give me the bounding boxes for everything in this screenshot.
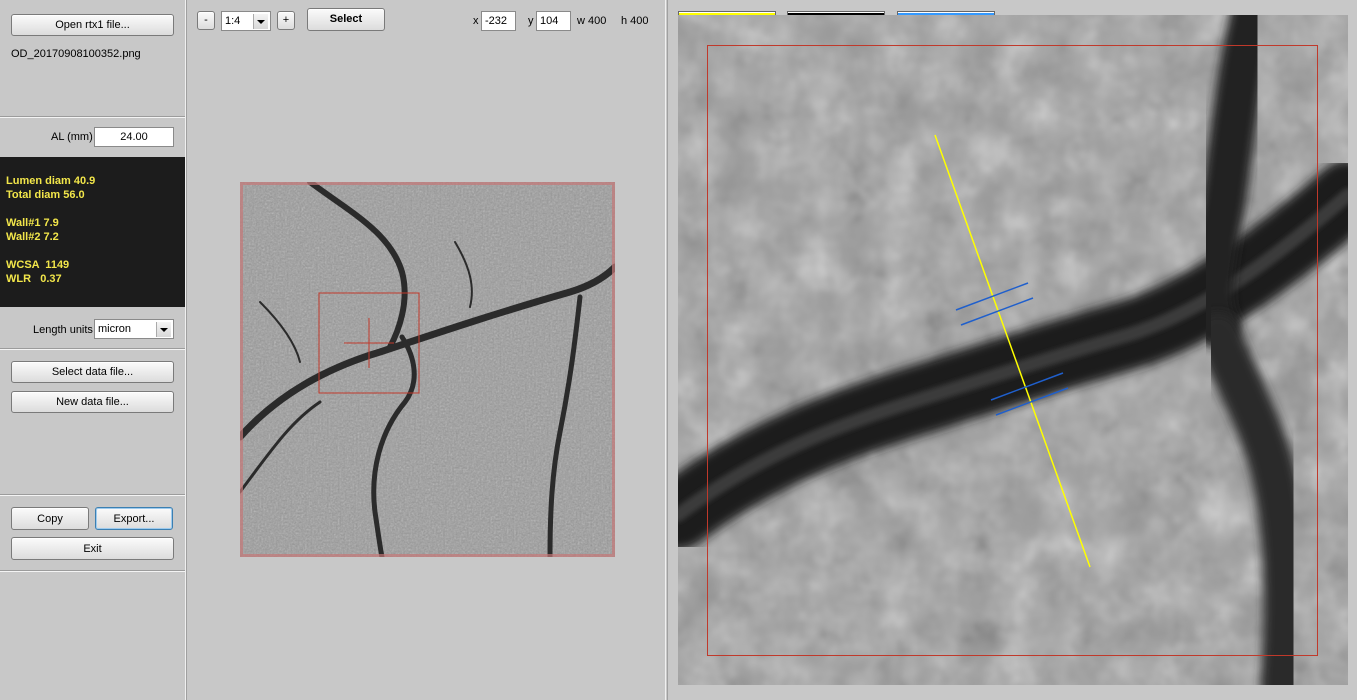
zoom-out-button[interactable]: -	[197, 11, 215, 30]
al-input[interactable]: 24.00	[94, 127, 174, 147]
open-rtx1-file-button[interactable]: Open rtx1 file...	[11, 14, 174, 36]
chevron-down-icon[interactable]	[156, 322, 171, 337]
middle-panel: - 1:4 + Select x -232 y 104 w 400 h 400	[186, 0, 666, 700]
copy-button[interactable]: Copy	[11, 507, 89, 530]
wlr-text: WLR 0.37	[6, 273, 62, 285]
y-label: y	[528, 15, 534, 27]
wall1-text: Wall#1 7.9	[6, 217, 59, 229]
lumen-diam-text: Lumen diam 40.9	[6, 175, 96, 187]
wall2-text: Wall#2 7.2	[6, 231, 59, 243]
al-label: AL (mm)	[51, 131, 93, 143]
width-readout: w 400	[577, 15, 607, 27]
zoom-select[interactable]: 1:4	[221, 11, 271, 31]
zoom-value: 1:4	[225, 15, 241, 27]
total-diam-text: Total diam 56.0	[6, 189, 85, 201]
zoom-in-button[interactable]: +	[277, 11, 295, 30]
wcsa-text: WCSA 1149	[6, 259, 70, 271]
length-units-select[interactable]: micron	[94, 319, 174, 339]
separator	[0, 348, 185, 350]
x-input[interactable]: -232	[481, 11, 516, 31]
thumbnail-image[interactable]	[240, 182, 615, 557]
separator	[0, 116, 185, 118]
exit-button[interactable]: Exit	[11, 537, 174, 560]
x-label: x	[473, 15, 479, 27]
right-panel: Reset Show profile Write to file	[667, 0, 1357, 700]
chevron-down-icon[interactable]	[253, 14, 268, 29]
length-units-label: Length units	[33, 324, 93, 336]
select-data-file-button[interactable]: Select data file...	[11, 361, 174, 383]
new-data-file-button[interactable]: New data file...	[11, 391, 174, 413]
results-panel: Lumen diam 40.9 Total diam 56.0 Wall#1 7…	[0, 157, 185, 307]
separator	[0, 494, 185, 496]
length-units-value: micron	[98, 323, 132, 335]
filename-label: OD_20170908100352.png	[11, 48, 141, 60]
magnified-image[interactable]	[678, 15, 1348, 685]
separator	[0, 570, 185, 572]
export-button[interactable]: Export...	[95, 507, 173, 530]
left-panel: Open rtx1 file... OD_20170908100352.png …	[0, 0, 186, 700]
select-button[interactable]: Select	[307, 8, 385, 31]
height-readout: h 400	[621, 15, 649, 27]
y-input[interactable]: 104	[536, 11, 571, 31]
